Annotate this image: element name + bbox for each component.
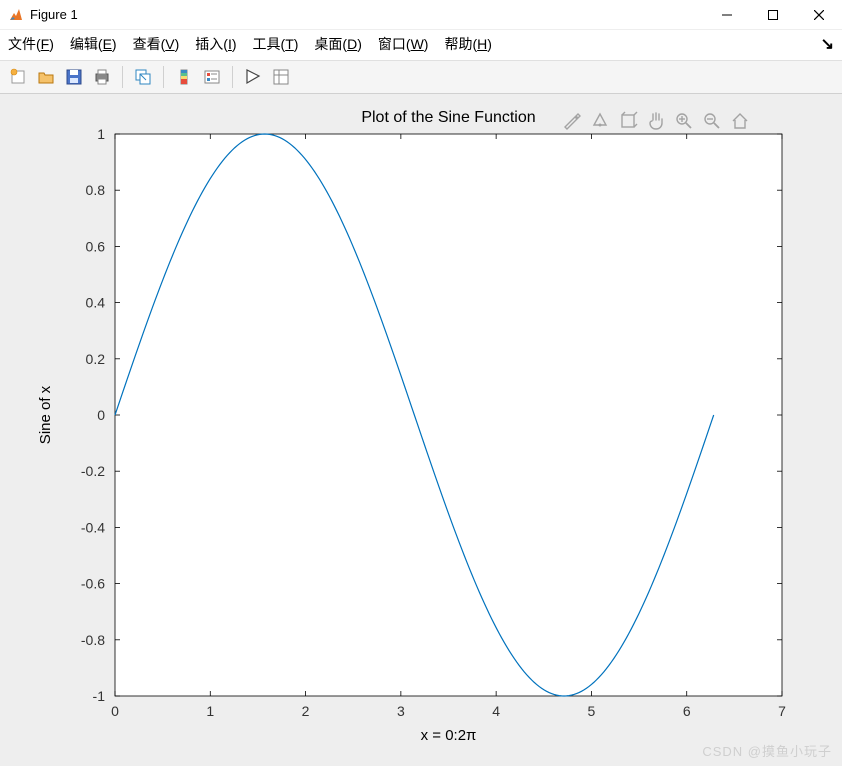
y-tick-label: -0.6 <box>81 576 105 592</box>
menubar: 文件(F) 编辑(E) 查看(V) 插入(I) 工具(T) 桌面(D) 窗口(W) 帮助(H)… <box>0 30 842 60</box>
new-figure-button[interactable] <box>6 65 30 89</box>
y-tick-label: 0.4 <box>86 295 106 311</box>
x-tick-label: 4 <box>492 703 500 719</box>
menu-i[interactable]: 插入(I) <box>195 34 236 54</box>
watermark: CSDN @摸鱼小玩子 <box>702 741 832 760</box>
toolbar-separator <box>232 66 233 88</box>
x-tick-label: 1 <box>206 703 214 719</box>
y-tick-label: -0.4 <box>81 519 105 535</box>
print-button[interactable] <box>90 65 114 89</box>
menu-f[interactable]: 文件(F) <box>8 34 54 54</box>
menu-v[interactable]: 查看(V) <box>133 34 180 54</box>
plot-area <box>115 134 782 696</box>
y-tick-label: -0.8 <box>81 632 105 648</box>
maximize-button[interactable] <box>750 0 796 30</box>
y-axis-label: Sine of x <box>37 385 54 444</box>
property-inspector-button[interactable] <box>269 65 293 89</box>
x-tick-label: 7 <box>778 703 786 719</box>
menu-e[interactable]: 编辑(E) <box>70 34 117 54</box>
pan-icon[interactable] <box>646 111 666 131</box>
legend-button[interactable] <box>200 65 224 89</box>
toolbar-separator <box>163 66 164 88</box>
figure-toolbar <box>0 60 842 94</box>
titlebar: Figure 1 <box>0 0 842 30</box>
brush-icon[interactable] <box>562 111 582 131</box>
menu-t[interactable]: 工具(T) <box>253 34 299 54</box>
menu-d[interactable]: 桌面(D) <box>314 34 361 54</box>
zoom-out-icon[interactable] <box>702 111 722 131</box>
x-tick-label: 3 <box>397 703 405 719</box>
figure-canvas: 0 1 2 3 4 5 6 7 -1 -0.8 -0.6 -0.4 -0.2 0 0.2 0.4 0.6 0.8 1… <box>0 94 842 766</box>
colorbar-button[interactable] <box>172 65 196 89</box>
window-title: Figure 1 <box>30 7 78 22</box>
menu-w[interactable]: 窗口(W) <box>378 34 429 54</box>
y-tick-label: 0.6 <box>86 238 106 254</box>
y-tick-label: 1 <box>97 126 105 142</box>
chart-title: Plot of the Sine Function <box>361 109 535 126</box>
axes[interactable]: 0 1 2 3 4 5 6 7 -1 -0.8 -0.6 -0.4 -0.2 0 0.2 0.4 0.6 0.8 1… <box>30 104 812 746</box>
x-tick-label: 0 <box>111 703 119 719</box>
home-icon[interactable] <box>730 111 750 131</box>
open-button[interactable] <box>34 65 58 89</box>
x-tick-label: 5 <box>588 703 596 719</box>
y-tick-label: 0 <box>97 407 105 423</box>
axes-toolbar <box>562 111 750 131</box>
data-tips-icon[interactable] <box>590 111 610 131</box>
matlab-icon <box>8 7 24 23</box>
link-data-button[interactable] <box>131 65 155 89</box>
x-tick-label: 2 <box>302 703 310 719</box>
close-button[interactable] <box>796 0 842 30</box>
x-axis-label: x = 0:2π <box>421 727 477 744</box>
y-tick-label: 0.2 <box>86 351 106 367</box>
edit-plot-button[interactable] <box>241 65 265 89</box>
menubar-overflow-icon[interactable]: ↘ <box>821 34 834 54</box>
save-button[interactable] <box>62 65 86 89</box>
zoom-in-icon[interactable] <box>674 111 694 131</box>
rotate3d-icon[interactable] <box>618 111 638 131</box>
x-tick-label: 6 <box>683 703 691 719</box>
toolbar-separator <box>122 66 123 88</box>
y-tick-label: -1 <box>93 688 106 704</box>
minimize-button[interactable] <box>704 0 750 30</box>
y-tick-label: -0.2 <box>81 463 105 479</box>
y-tick-label: 0.8 <box>86 182 106 198</box>
menu-h[interactable]: 帮助(H) <box>444 34 491 54</box>
